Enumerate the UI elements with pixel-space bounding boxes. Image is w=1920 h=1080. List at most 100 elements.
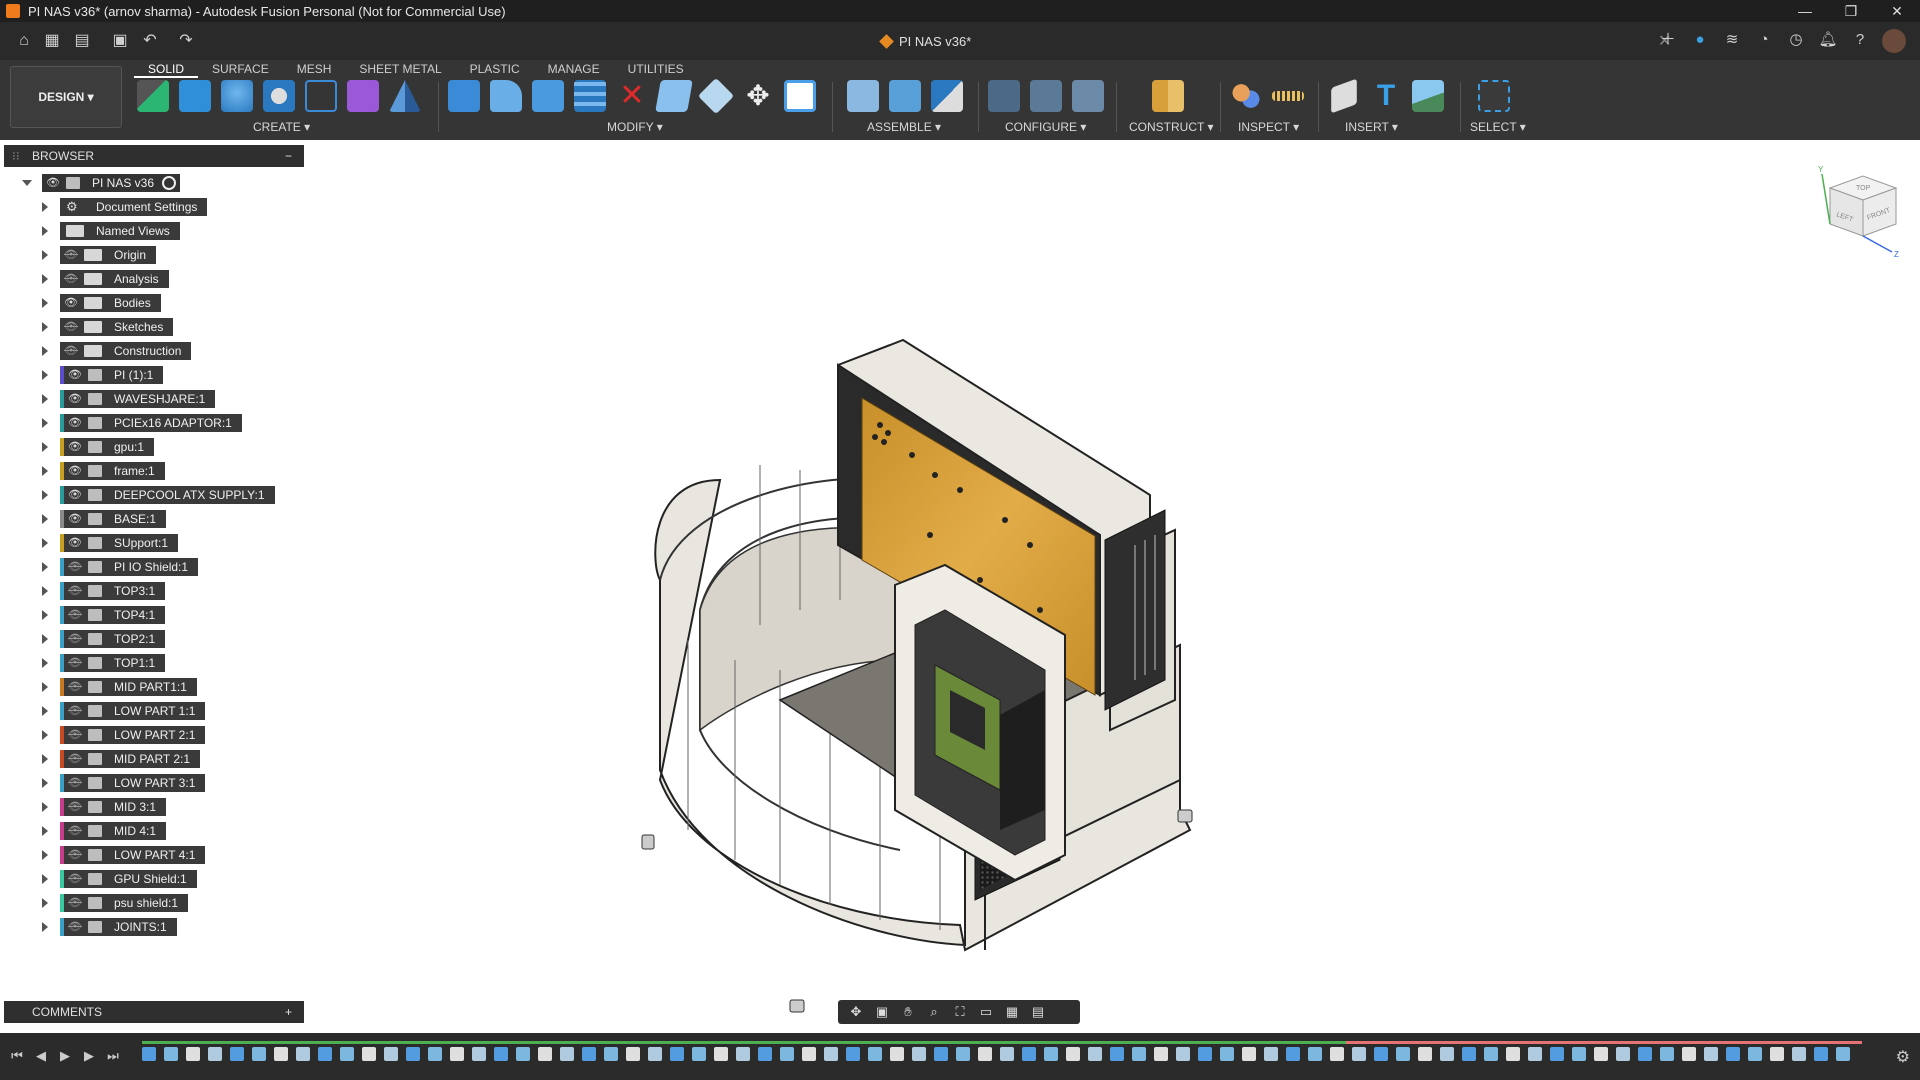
as-built-joint-icon[interactable]: [931, 80, 963, 112]
viewports-icon[interactable]: ▤: [1028, 1003, 1048, 1021]
tab-sheet-metal[interactable]: SHEET METAL: [345, 60, 455, 78]
drag-grip-icon[interactable]: ⁝⁝: [12, 145, 20, 167]
visibility-eye-icon[interactable]: 👁︎: [64, 486, 86, 504]
expand-arrow-icon[interactable]: [42, 274, 48, 284]
timeline-feature[interactable]: [186, 1047, 200, 1061]
expand-arrow-icon[interactable]: [42, 586, 48, 596]
select-menu[interactable]: SELECT ▾: [1470, 120, 1526, 134]
timeline-feature[interactable]: [802, 1047, 816, 1061]
hidden-eye-icon[interactable]: 👁︎: [64, 870, 86, 888]
delete-icon[interactable]: ✕: [616, 80, 648, 112]
fillet-icon[interactable]: [490, 80, 522, 112]
timeline-feature[interactable]: [626, 1047, 640, 1061]
browser-item[interactable]: 👁︎ Analysis: [42, 270, 169, 288]
timeline-feature[interactable]: [780, 1047, 794, 1061]
timeline-feature[interactable]: [384, 1047, 398, 1061]
timeline-feature[interactable]: [582, 1047, 596, 1061]
timeline-feature[interactable]: [494, 1047, 508, 1061]
visibility-eye-icon[interactable]: 👁︎: [60, 294, 82, 312]
timeline-feature[interactable]: [428, 1047, 442, 1061]
interference-icon[interactable]: [1230, 80, 1262, 112]
timeline-feature[interactable]: [1704, 1047, 1718, 1061]
configure-rule-icon[interactable]: [1030, 80, 1062, 112]
timeline-feature[interactable]: [1792, 1047, 1806, 1061]
timeline-feature[interactable]: [1836, 1047, 1850, 1061]
expand-arrow-icon[interactable]: [42, 562, 48, 572]
construct-menu[interactable]: CONSTRUCT ▾: [1129, 120, 1213, 134]
visibility-eye-icon[interactable]: 👁︎: [64, 510, 86, 528]
timeline-feature[interactable]: [648, 1047, 662, 1061]
timeline-feature[interactable]: [1638, 1047, 1652, 1061]
expand-arrow-icon[interactable]: [42, 802, 48, 812]
home-icon[interactable]: ⌂: [14, 31, 34, 51]
timeline-feature[interactable]: [1462, 1047, 1476, 1061]
timeline-feature[interactable]: [978, 1047, 992, 1061]
timeline-feature[interactable]: [1044, 1047, 1058, 1061]
browser-item[interactable]: 👁︎ frame:1: [42, 462, 165, 480]
hidden-eye-icon[interactable]: 👁︎: [60, 246, 82, 264]
browser-item[interactable]: 👁︎ GPU Shield:1: [42, 870, 197, 888]
activate-radio-icon[interactable]: [162, 176, 177, 190]
timeline-feature[interactable]: [296, 1047, 310, 1061]
browser-item[interactable]: 👁︎ Bodies: [42, 294, 161, 312]
timeline-feature[interactable]: [516, 1047, 530, 1061]
visibility-eye-icon[interactable]: 👁︎: [64, 438, 86, 456]
timeline-feature[interactable]: [252, 1047, 266, 1061]
browser-item[interactable]: Named Views: [42, 222, 180, 240]
tab-plastic[interactable]: PLASTIC: [456, 60, 534, 78]
move-copy-icon[interactable]: ✥: [742, 80, 774, 112]
timeline-feature[interactable]: [340, 1047, 354, 1061]
browser-item[interactable]: ⚙ Document Settings: [42, 198, 208, 216]
joint-icon[interactable]: [889, 80, 921, 112]
press-pull-icon[interactable]: [448, 80, 480, 112]
timeline-feature[interactable]: [868, 1047, 882, 1061]
timeline-feature[interactable]: [714, 1047, 728, 1061]
timeline-feature[interactable]: [1176, 1047, 1190, 1061]
revolve-icon[interactable]: [221, 80, 253, 112]
model-render[interactable]: [0, 140, 1920, 1080]
timeline-feature[interactable]: [1132, 1047, 1146, 1061]
browser-item[interactable]: 👁︎ MID 3:1: [42, 798, 167, 816]
timeline-feature[interactable]: [1682, 1047, 1696, 1061]
timeline-feature[interactable]: [692, 1047, 706, 1061]
inspect-menu[interactable]: INSPECT ▾: [1238, 120, 1299, 134]
browser-item[interactable]: 👁︎ WAVESHJARE:1: [42, 390, 216, 408]
orbit-icon[interactable]: ✥: [846, 1003, 866, 1021]
browser-item[interactable]: 👁︎ TOP2:1: [42, 630, 166, 648]
expand-arrow-icon[interactable]: [42, 730, 48, 740]
expand-arrow-icon[interactable]: [42, 898, 48, 908]
timeline-feature[interactable]: [142, 1047, 156, 1061]
tab-manage[interactable]: MANAGE: [534, 60, 614, 78]
timeline-feature[interactable]: [164, 1047, 178, 1061]
zoom-icon[interactable]: ⌕: [924, 1003, 944, 1021]
split-body-icon[interactable]: [697, 77, 735, 115]
redo-icon[interactable]: ↷: [176, 31, 196, 51]
expand-arrow-icon[interactable]: [42, 226, 48, 236]
timeline-feature[interactable]: [1616, 1047, 1630, 1061]
timeline-feature[interactable]: [1594, 1047, 1608, 1061]
view-cube[interactable]: TOP LEFT FRONT Y Z: [1808, 158, 1908, 258]
scale-icon[interactable]: [784, 80, 816, 112]
undo-icon[interactable]: ↶: [140, 31, 160, 51]
browser-item[interactable]: 👁︎ MID 4:1: [42, 822, 167, 840]
tab-utilities[interactable]: UTILITIES: [614, 60, 698, 78]
pan-icon[interactable]: ✋︎: [898, 1003, 918, 1021]
workspace-switcher[interactable]: DESIGN ▾: [10, 66, 122, 128]
expand-arrow-icon[interactable]: [42, 490, 48, 500]
browser-item[interactable]: 👁︎ LOW PART 1:1: [42, 702, 206, 720]
hole-icon[interactable]: [263, 80, 295, 112]
expand-arrow-icon[interactable]: [42, 514, 48, 524]
add-comment-icon[interactable]: +: [285, 1001, 292, 1023]
timeline-feature[interactable]: [1198, 1047, 1212, 1061]
configure-theme-icon[interactable]: [1072, 80, 1104, 112]
browser-item[interactable]: 👁︎ gpu:1: [42, 438, 155, 456]
go-to-start-icon[interactable]: ⏮: [10, 1048, 24, 1064]
expand-arrow-icon[interactable]: [42, 610, 48, 620]
tab-solid[interactable]: SOLID: [134, 60, 199, 78]
visibility-eye-icon[interactable]: 👁︎: [64, 414, 86, 432]
insert-derive-icon[interactable]: [1331, 78, 1357, 114]
hidden-eye-icon[interactable]: 👁︎: [64, 774, 86, 792]
timeline-feature[interactable]: [1484, 1047, 1498, 1061]
split-face-icon[interactable]: [655, 80, 693, 112]
save-icon[interactable]: ▣: [110, 31, 130, 51]
